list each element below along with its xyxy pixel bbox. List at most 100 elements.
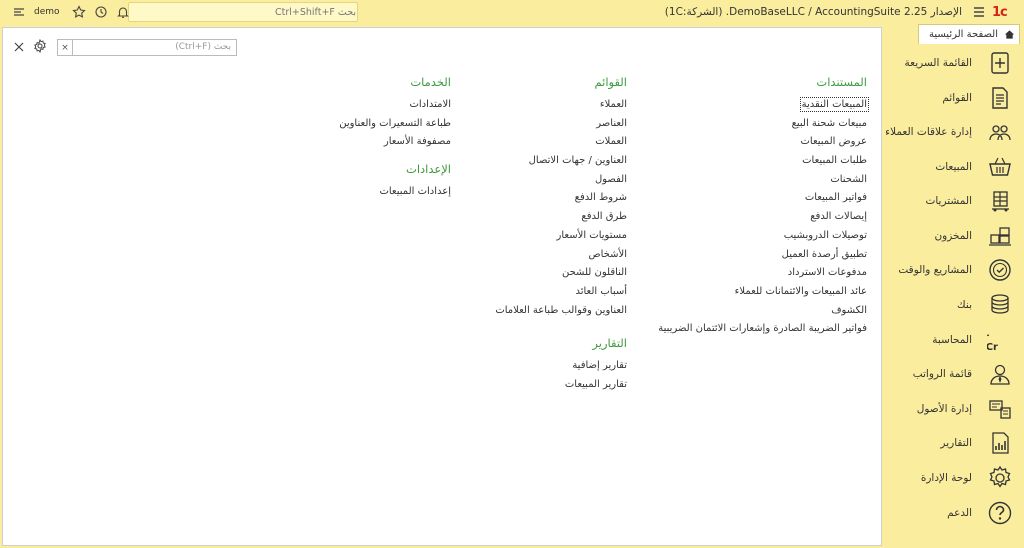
sidebar-item-label: المخزون	[934, 230, 972, 242]
sidebar-item-reports[interactable]: التقارير	[884, 426, 1024, 460]
lists-column: القوائم العملاء العناصر العملات العناوين…	[495, 75, 627, 397]
link-text: الأشخاص	[588, 248, 627, 260]
list-item[interactable]: العناوين وقوالب طباعة العلامات	[495, 304, 627, 323]
link-text: العناوين وقوالب طباعة العلامات	[495, 304, 627, 316]
sidebar-item-assets[interactable]: إدارة الأصول	[884, 392, 1024, 426]
settings-heading: الإعدادات	[406, 162, 451, 177]
link-text: تقارير إضافية	[572, 360, 627, 372]
people-icon	[986, 118, 1014, 146]
link-text: فواتير المبيعات	[804, 192, 867, 204]
section-search-input[interactable]: × بحث (Ctrl+F)	[57, 39, 237, 56]
home-icon	[1004, 30, 1015, 39]
svg-text:Cr: Cr	[987, 342, 998, 353]
sidebar-item-label: المحاسبة	[932, 334, 972, 346]
sidebar-item-purchases[interactable]: المشتريات	[884, 184, 1024, 218]
tab-home[interactable]: الصفحة الرئيسية	[918, 24, 1020, 44]
close-icon[interactable]	[13, 41, 25, 56]
link-text: الكشوف	[831, 304, 867, 316]
settings-gear-icon[interactable]	[33, 38, 47, 56]
list-item[interactable]: فواتير المبيعات	[658, 191, 867, 210]
link-text: الامتدادات	[409, 99, 451, 110]
list-item[interactable]: شروط الدفع	[495, 191, 627, 210]
list-item[interactable]: العملات	[495, 135, 627, 154]
list-item[interactable]: مبيعات شحنة البيع	[658, 117, 867, 136]
documents-column: المستندات المبيعات النقدية مبيعات شحنة ا…	[658, 75, 870, 341]
sidebar-item-support[interactable]: الدعم	[884, 496, 1024, 530]
list-item[interactable]: تقارير إضافية	[495, 359, 627, 378]
list-item[interactable]: العملاء	[495, 98, 627, 117]
list-item[interactable]: فواتير الضريبة الصادرة وإشعارات الائتمان…	[658, 322, 867, 341]
list-item[interactable]: أسباب العائد	[495, 285, 627, 304]
clear-search-button[interactable]: ×	[58, 40, 73, 55]
sidebar-item-bank[interactable]: بنك	[884, 288, 1024, 322]
list-item[interactable]: عائد المبيعات والائتمانات للعملاء	[658, 285, 867, 304]
list-item[interactable]: طباعة التسعيرات والعناوين	[339, 117, 451, 136]
user-menu-icon[interactable]	[8, 1, 30, 23]
list-item[interactable]: الامتدادات	[339, 98, 451, 117]
link-text: عروض المبيعات	[800, 136, 867, 148]
list-item[interactable]: العناوين / جهات الاتصال	[495, 154, 627, 173]
sidebar-item-quick-menu[interactable]: القائمة السريعة	[884, 46, 1024, 80]
list-item[interactable]: الشحنات	[658, 173, 867, 192]
link-text: العناوين / جهات الاتصال	[528, 155, 627, 167]
section-search-placeholder: بحث (Ctrl+F)	[175, 42, 231, 52]
list-item[interactable]: إيصالات الدفع	[658, 210, 867, 229]
list-item[interactable]: الكشوف	[658, 304, 867, 323]
sidebar-item-admin[interactable]: لوحة الإدارة	[884, 461, 1024, 495]
list-item[interactable]: الناقلون للشحن	[495, 266, 627, 285]
sidebar-item-label: المشتريات	[925, 195, 972, 207]
main-menu-icon[interactable]	[968, 0, 990, 24]
link-text: شروط الدفع	[574, 192, 627, 204]
list-item[interactable]: مدفوعات الاسترداد	[658, 266, 867, 285]
sidebar-item-payroll[interactable]: قائمة الرواتب	[884, 357, 1024, 391]
history-icon[interactable]	[90, 1, 112, 23]
link-text: إعدادات المبيعات	[379, 186, 451, 198]
list-item[interactable]: مصفوفة الأسعار	[339, 135, 451, 154]
list-item[interactable]: تقارير المبيعات	[495, 378, 627, 397]
list-item[interactable]: توصيلات الدروبشيب	[658, 229, 867, 248]
list-item[interactable]: إعدادات المبيعات	[339, 185, 451, 204]
link-text: المبيعات النقدية	[799, 97, 870, 112]
sidebar-item-label: بنك	[957, 299, 972, 311]
services-column: الخدمات الامتدادات طباعة التسعيرات والعن…	[339, 75, 451, 204]
reports-heading: التقارير	[592, 336, 627, 351]
sidebar-item-lists[interactable]: القوائم	[884, 81, 1024, 115]
sidebar-item-label: المبيعات	[935, 161, 972, 173]
link-text: العناصر	[596, 117, 627, 129]
user-name[interactable]: demo	[34, 7, 60, 17]
sidebar-item-inventory[interactable]: المخزون	[884, 219, 1024, 253]
list-item[interactable]: الفصول	[495, 173, 627, 192]
list-item[interactable]: تطبيق أرصدة العميل	[658, 248, 867, 267]
clock-check-icon	[986, 256, 1014, 284]
basket-icon	[986, 153, 1014, 181]
gear-icon	[986, 464, 1014, 492]
list-item[interactable]: مستويات الأسعار	[495, 229, 627, 248]
list-item[interactable]: الأشخاص	[495, 248, 627, 267]
dr-cr-icon: DrCr	[986, 326, 1014, 354]
help-icon	[986, 499, 1014, 527]
sidebar-item-label: الدعم	[947, 507, 972, 519]
global-search-input[interactable]: بحث Ctrl+Shift+F	[128, 2, 358, 22]
link-text: أسباب العائد	[575, 285, 627, 297]
list-item[interactable]: طرق الدفع	[495, 210, 627, 229]
employee-icon	[986, 360, 1014, 388]
sidebar-item-label: المشاريع والوقت	[898, 264, 972, 276]
brand-logo[interactable]: 1c	[992, 0, 1020, 24]
sidebar-item-crm[interactable]: إدارة علاقات العملاء	[884, 115, 1024, 149]
sidebar-item-projects-time[interactable]: المشاريع والوقت	[884, 253, 1024, 287]
tab-home-label: الصفحة الرئيسية	[929, 29, 998, 40]
star-icon[interactable]	[68, 1, 90, 23]
link-text: مستويات الأسعار	[556, 229, 627, 241]
bell-icon[interactable]	[112, 1, 134, 23]
sidebar-item-sales[interactable]: المبيعات	[884, 150, 1024, 184]
list-item[interactable]: عروض المبيعات	[658, 135, 867, 154]
sidebar-item-accounting[interactable]: DrCr المحاسبة	[884, 323, 1024, 357]
list-item[interactable]: المبيعات النقدية	[658, 97, 870, 117]
list-item[interactable]: طلبات المبيعات	[658, 154, 867, 173]
cart-icon	[986, 187, 1014, 215]
sidebar-item-label: إدارة الأصول	[916, 403, 972, 415]
list-item[interactable]: العناصر	[495, 117, 627, 136]
sidebar-item-label: التقارير	[940, 437, 972, 449]
lists-heading: القوائم	[594, 75, 627, 89]
sidebar-item-label: القوائم	[942, 92, 972, 104]
